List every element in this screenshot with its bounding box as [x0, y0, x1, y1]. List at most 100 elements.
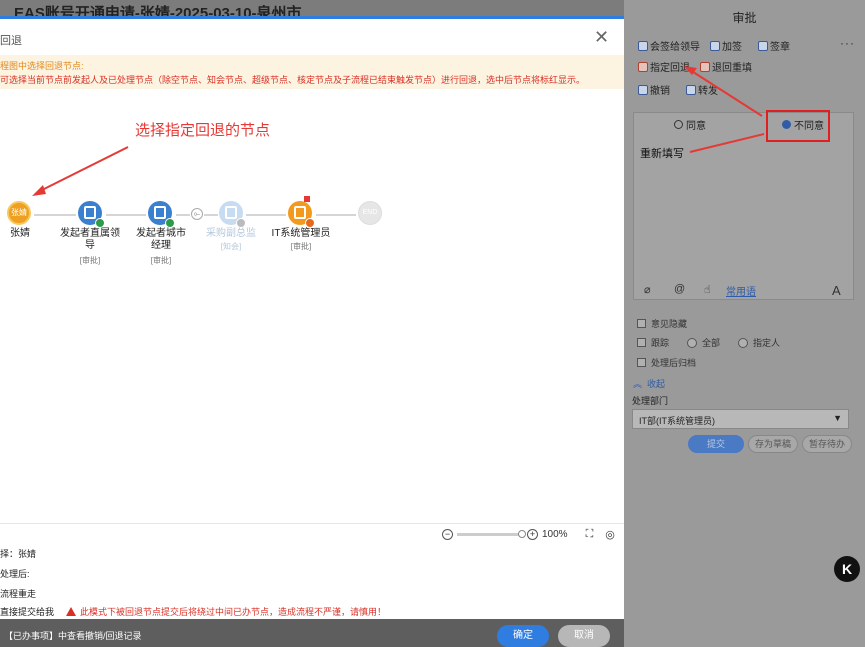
revoke-button[interactable]: 撤销	[638, 81, 670, 98]
close-icon[interactable]: ✕	[594, 27, 609, 48]
zoom-out-icon[interactable]: −	[442, 528, 453, 540]
sign-button[interactable]: 签章	[758, 37, 790, 54]
node-label: 采购副总监	[206, 228, 256, 239]
disagree-highlight-box	[766, 110, 830, 142]
user-doc-icon	[84, 206, 96, 219]
check-badge-icon	[95, 218, 105, 228]
checkbox-icon	[637, 358, 646, 367]
chosen-node-text: 择：张婧	[0, 549, 37, 559]
warning-icon	[66, 607, 76, 616]
pending-badge-icon	[305, 218, 315, 228]
user-doc-icon	[154, 206, 166, 219]
return-refill-button[interactable]: 退回重填	[700, 58, 752, 75]
after-process-label: 处理后:	[0, 569, 30, 579]
notify-badge-icon	[236, 218, 246, 228]
modal-footer: 【已办事项】中查看撤销/回退记录 确定 取消	[0, 619, 624, 647]
panel-title: 审批	[732, 11, 757, 25]
opinion-textarea[interactable]: 重新填写	[640, 145, 684, 161]
check-circle-icon	[674, 120, 683, 129]
annotation-text: 选择指定回退的节点	[135, 122, 271, 139]
hide-opinion-checkbox[interactable]: 意见隐藏	[637, 317, 687, 330]
collapse-toggle[interactable]: ︽ 收起	[633, 377, 665, 390]
flow-connector	[316, 214, 356, 216]
annotation-arrow-graphic	[32, 146, 129, 196]
zoom-slider[interactable]	[457, 529, 526, 538]
branch-icon: ⟜	[191, 208, 203, 220]
return-info: 择：张婧 处理后: 流程重走 直接提交给我 此模式下被回退节点提交后将绕过中间已…	[0, 543, 624, 619]
chevron-down-icon: ▼	[833, 413, 842, 423]
flow-connector	[106, 214, 146, 216]
mention-button[interactable]: @	[674, 283, 685, 295]
track-checkbox[interactable]	[637, 338, 646, 347]
dept-select[interactable]: IT部(IT系统管理员) ▼	[632, 409, 849, 429]
direct-submit-option[interactable]: 直接提交给我	[0, 605, 54, 618]
cancel-button[interactable]: 取消	[558, 625, 610, 647]
check-badge-icon	[165, 218, 175, 228]
notice-line-1: 程图中选择回退节点:	[0, 61, 84, 71]
track-options: 跟踪 全部 指定人	[637, 336, 780, 349]
dept-label: 处理部门	[632, 396, 669, 406]
countersign-button[interactable]: 会签给领导	[638, 37, 700, 54]
footer-hint: 【已办事项】中查看撤销/回退记录	[4, 631, 142, 641]
designated-return-button[interactable]: 指定回退	[638, 58, 690, 75]
flow-node-end: END	[358, 201, 382, 225]
notice-banner: 程图中选择回退节点: 可选择当前节点前发起人及已处理节点（除空节点、知会节点、超…	[0, 55, 624, 89]
return-doc-icon	[700, 61, 710, 72]
font-format-icon[interactable]: A	[832, 283, 841, 298]
zoom-in-icon[interactable]: +	[527, 528, 538, 540]
flow-node-initiator[interactable]: 张婧	[7, 201, 31, 225]
archive-after-checkbox[interactable]: 处理后归档	[637, 356, 696, 369]
flow-connector	[246, 214, 286, 216]
track-designated-radio[interactable]	[738, 337, 749, 348]
forward-doc-icon	[686, 84, 696, 95]
flag-icon	[304, 196, 310, 202]
return-modal: 回退 ✕ 程图中选择回退节点: 可选择当前节点前发起人及已处理节点（除空节点、知…	[0, 16, 624, 647]
submit-button[interactable]: 提交	[688, 435, 744, 453]
locate-icon[interactable]: ◎	[605, 528, 615, 541]
flow-connector	[176, 214, 190, 216]
node-type: [审批]	[290, 242, 312, 251]
group-doc-icon	[294, 206, 306, 219]
save-draft-button[interactable]: 存为草稿	[748, 435, 798, 453]
node-label: IT系统管理员	[271, 228, 331, 239]
node-label: 发起者直属领导	[60, 228, 120, 251]
warning-message: 此模式下被回退节点提交后将绕过中间已办节点，造成流程不严谨，请慎用！	[66, 605, 386, 618]
node-type: [审批]	[150, 256, 172, 265]
node-type: [知会]	[220, 242, 242, 251]
more-icon[interactable]: ···	[840, 36, 855, 50]
node-label: 发起者城市经理	[136, 228, 186, 251]
approval-panel: 审批 ··· 会签给领导 加签 签章 指定回退 退回重填 撤销 转发 同意 不同…	[624, 0, 865, 647]
paperclip-icon[interactable]: ⌀	[644, 283, 651, 296]
zoom-controls: − + 100% ⛶ ◎	[442, 526, 615, 542]
people-icon	[638, 40, 648, 51]
zoom-level: 100%	[542, 528, 568, 540]
divider	[0, 523, 624, 524]
flow-rerun-option[interactable]: 流程重走	[0, 587, 36, 600]
track-all-radio[interactable]	[687, 337, 698, 348]
assistant-float-icon[interactable]: K	[834, 556, 860, 582]
node-type: [审批]	[79, 256, 101, 265]
add-sign-button[interactable]: 加签	[710, 37, 742, 54]
flow-node-purchase-vp	[219, 201, 246, 228]
common-phrases-link[interactable]: 常用语	[726, 283, 756, 298]
group-doc-icon	[225, 206, 237, 219]
flow-connector	[34, 214, 76, 216]
flow-connector	[204, 214, 218, 216]
people-icon	[710, 40, 720, 51]
return-doc-icon	[638, 61, 648, 72]
fit-screen-icon[interactable]: ⛶	[586, 528, 594, 541]
revoke-doc-icon	[638, 84, 648, 95]
flow-node-direct-leader[interactable]	[78, 201, 105, 228]
confirm-button[interactable]: 确定	[497, 625, 549, 647]
modal-title: 回退	[0, 35, 22, 47]
hold-button[interactable]: 暂存待办	[802, 435, 852, 453]
tab-agree[interactable]: 同意	[674, 117, 706, 132]
flow-node-city-manager[interactable]	[148, 201, 175, 228]
user-icon	[758, 40, 768, 51]
forward-button[interactable]: 转发	[686, 81, 718, 98]
thumbs-up-icon[interactable]: ☝	[704, 283, 711, 296]
zoom-slider-handle[interactable]	[518, 529, 526, 538]
flow-node-it-admin[interactable]	[288, 196, 315, 228]
notice-line-2: 可选择当前节点前发起人及已处理节点（除空节点、知会节点、超级节点、核定节点及子流…	[0, 75, 586, 85]
chevron-up-icon: ︽	[633, 379, 643, 389]
